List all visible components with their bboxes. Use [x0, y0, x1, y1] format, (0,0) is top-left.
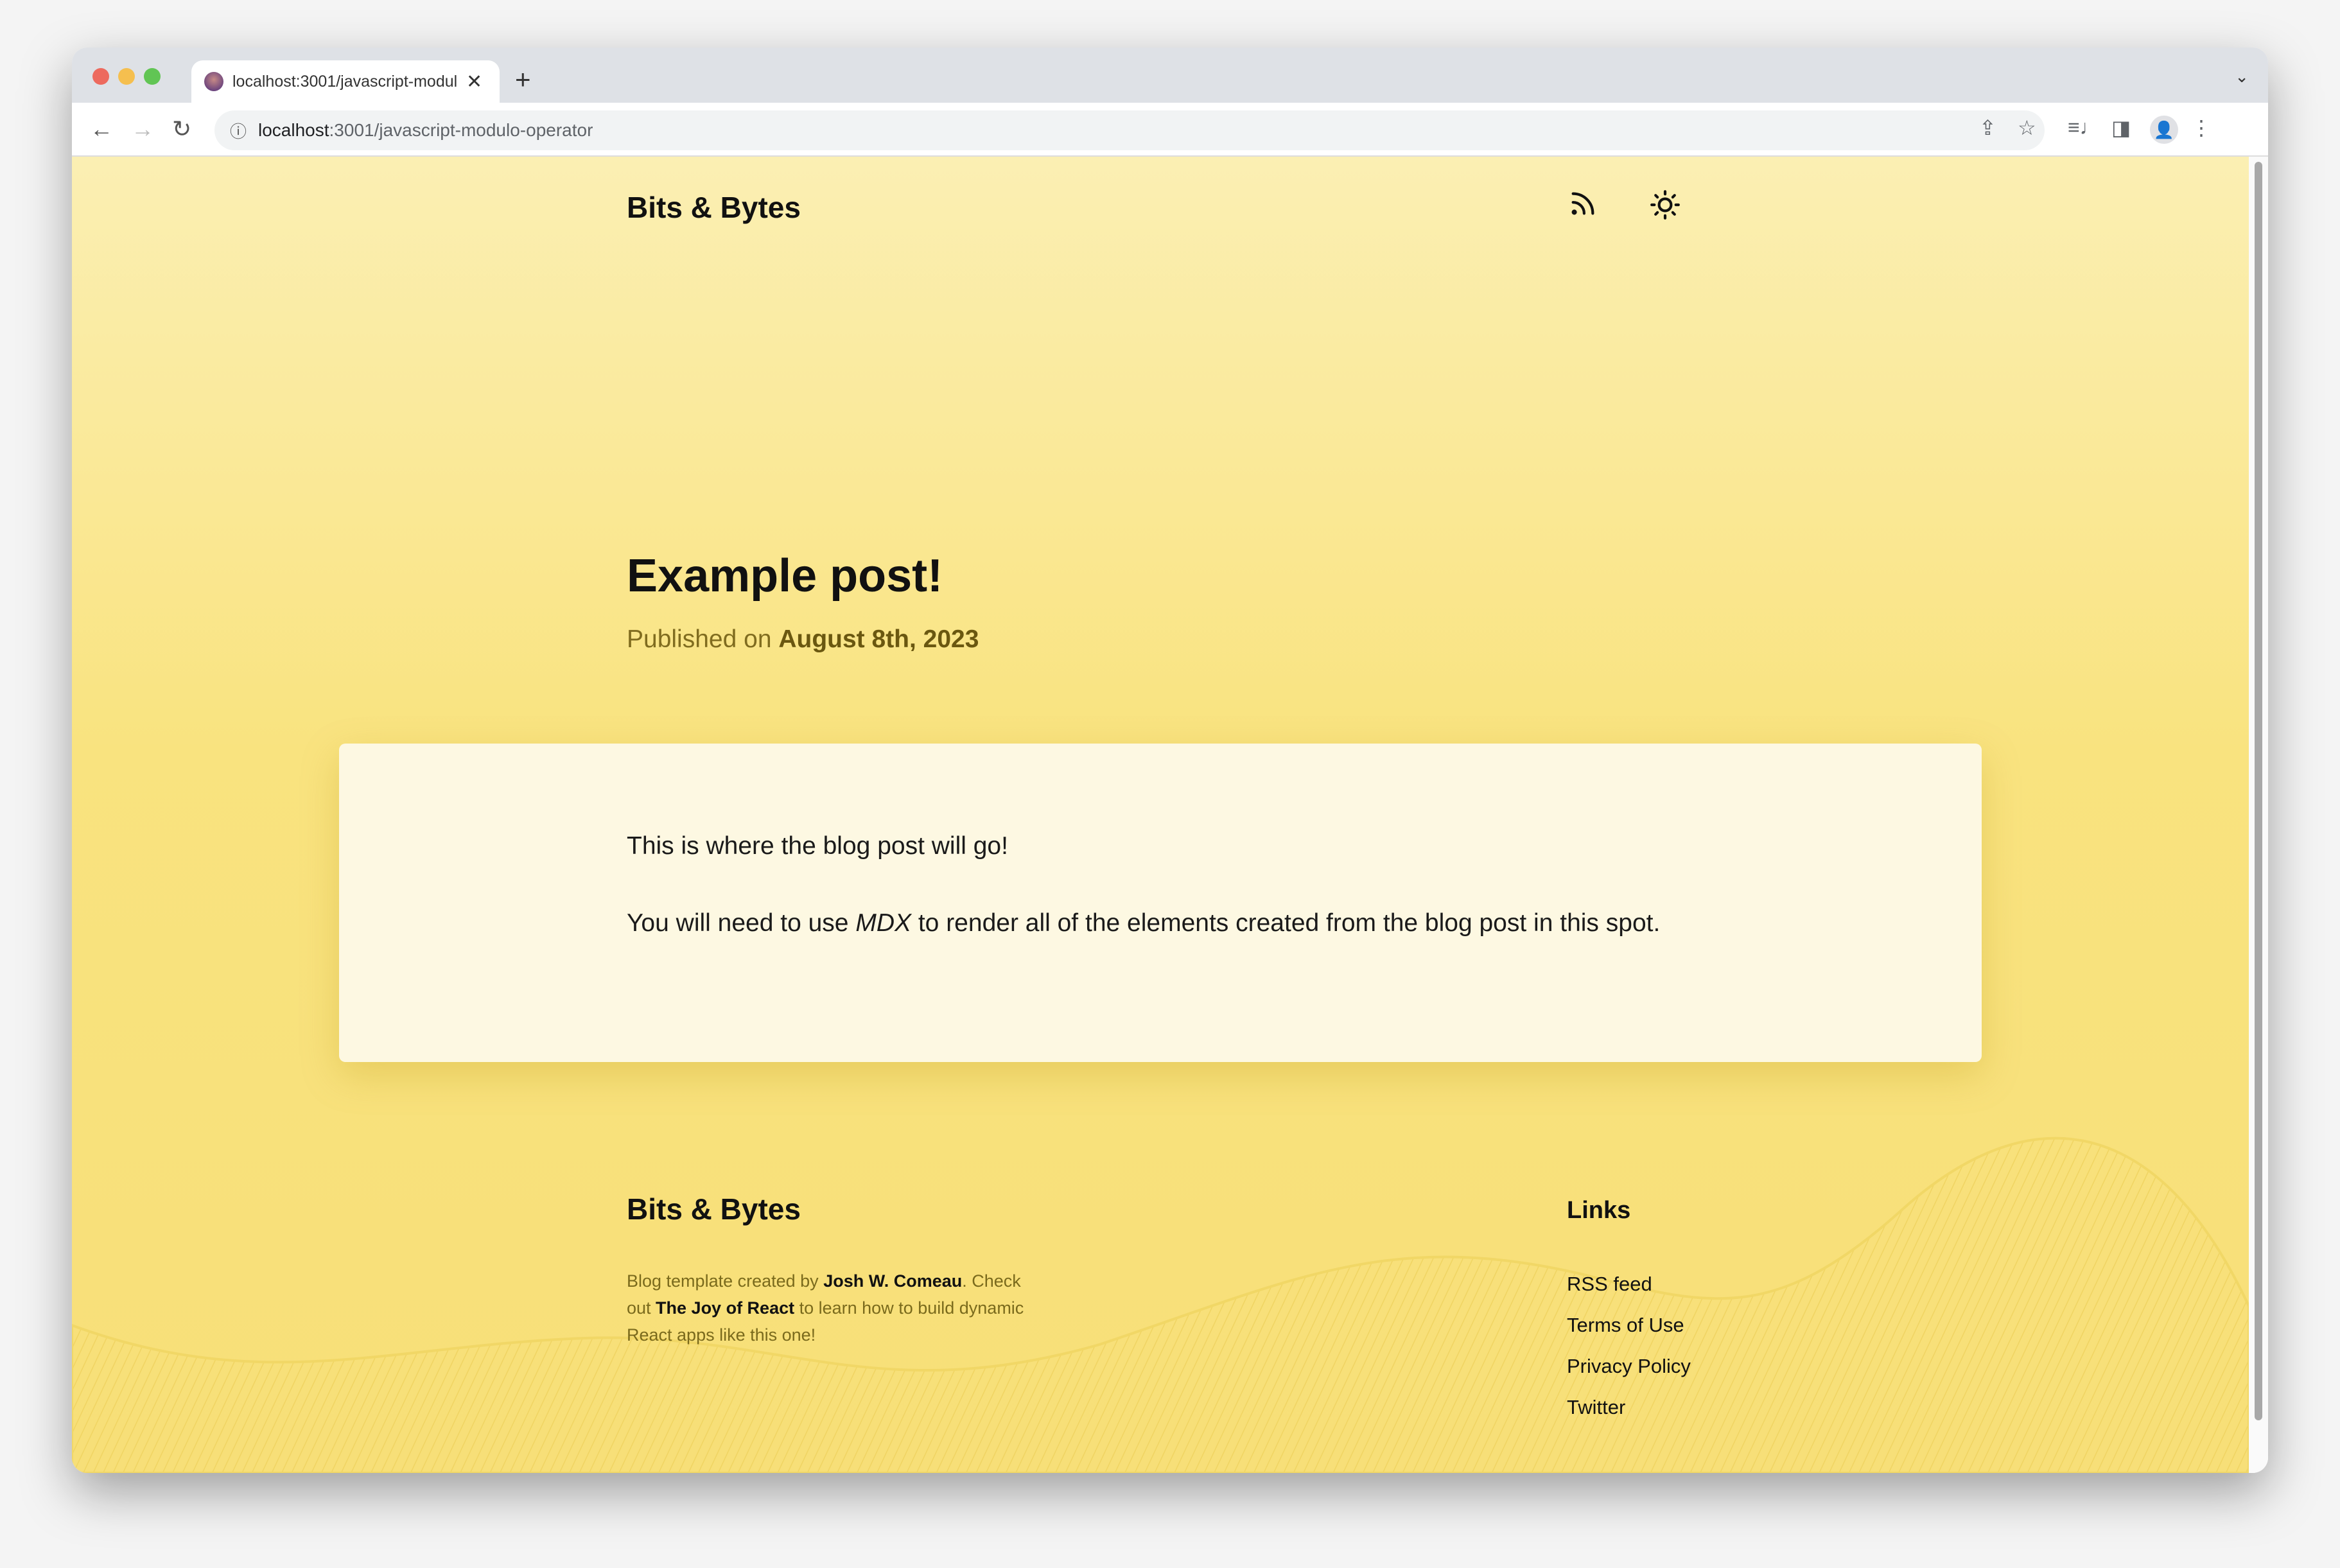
author-link[interactable]: Josh W. Comeau — [823, 1271, 962, 1291]
sun-icon[interactable] — [1649, 189, 1681, 228]
share-icon[interactable]: ⇪ — [1979, 116, 1996, 140]
footer-link-privacy-policy[interactable]: Privacy Policy — [1567, 1355, 1691, 1378]
footer-link-rss-feed[interactable]: RSS feed — [1567, 1273, 1652, 1296]
footer-blurb: Blog template created by Josh W. Comeau.… — [627, 1271, 1024, 1345]
site-brand-link[interactable]: Bits & Bytes — [627, 190, 801, 225]
back-arrow-icon[interactable]: ← — [90, 116, 113, 143]
new-tab-icon[interactable]: + — [515, 64, 531, 95]
page-content: Bits & Bytes Example post! Published on … — [72, 157, 2249, 1473]
info-icon[interactable]: ⓘ — [230, 119, 247, 143]
footer-brand: Bits & Bytes — [627, 1192, 801, 1226]
star-icon[interactable]: ☆ — [2018, 116, 2036, 140]
scrollbar[interactable] — [2249, 157, 2268, 1473]
media-playlist-icon[interactable]: ≡♩ — [2068, 116, 2100, 139]
footer-link-twitter[interactable]: Twitter — [1567, 1396, 1625, 1419]
footer-links-heading: Links — [1567, 1197, 1631, 1224]
tab-search-chevron-icon[interactable]: ⌄ — [2235, 67, 2249, 87]
tab-bar: localhost:3001/javascript-modulo-operato… — [72, 48, 2268, 103]
favicon-icon — [204, 72, 223, 91]
tab-title: localhost:3001/javascript-modulo-operato… — [232, 72, 457, 91]
joy-of-react-link[interactable]: The Joy of React — [656, 1298, 794, 1318]
footer-link-terms-of-use[interactable]: Terms of Use — [1567, 1314, 1684, 1337]
kebab-menu-icon[interactable]: ⋮ — [2191, 116, 2212, 140]
browser-toolbar: ← → ↻ ⓘ localhost:3001/javascript-modulo… — [72, 103, 2268, 157]
browser-tab[interactable]: localhost:3001/javascript-modulo-operato… — [191, 60, 500, 103]
post-paragraph-1: This is where the blog post will go! — [627, 832, 1008, 860]
post-paragraph-2: You will need to use MDX to render all o… — [627, 909, 1661, 937]
forward-arrow-icon[interactable]: → — [131, 116, 154, 143]
maximize-window-button[interactable] — [144, 68, 161, 85]
url-host: localhost — [258, 120, 329, 140]
published-date-value: August 8th, 2023 — [778, 625, 979, 653]
close-window-button[interactable] — [92, 68, 109, 85]
minimize-window-button[interactable] — [118, 68, 135, 85]
url-path: :3001/javascript-modulo-operator — [329, 120, 593, 140]
post-body-card: This is where the blog post will go! You… — [339, 744, 1982, 1062]
browser-window: localhost:3001/javascript-modulo-operato… — [72, 48, 2268, 1473]
published-prefix: Published on — [627, 625, 772, 653]
scrollbar-thumb[interactable] — [2255, 162, 2262, 1420]
post-title: Example post! — [627, 550, 943, 602]
published-date: Published on August 8th, 2023 — [627, 625, 979, 654]
address-bar[interactable]: ⓘ localhost:3001/javascript-modulo-opera… — [214, 110, 2045, 150]
side-panel-icon[interactable]: ◨ — [2111, 116, 2131, 140]
profile-icon[interactable]: 👤 — [2150, 116, 2178, 144]
mdx-emphasis: MDX — [855, 909, 911, 937]
footer-wave-decoration — [72, 1137, 2249, 1473]
rss-icon[interactable] — [1568, 189, 1598, 225]
reload-icon[interactable]: ↻ — [172, 116, 191, 143]
close-tab-icon[interactable]: ✕ — [466, 71, 482, 93]
